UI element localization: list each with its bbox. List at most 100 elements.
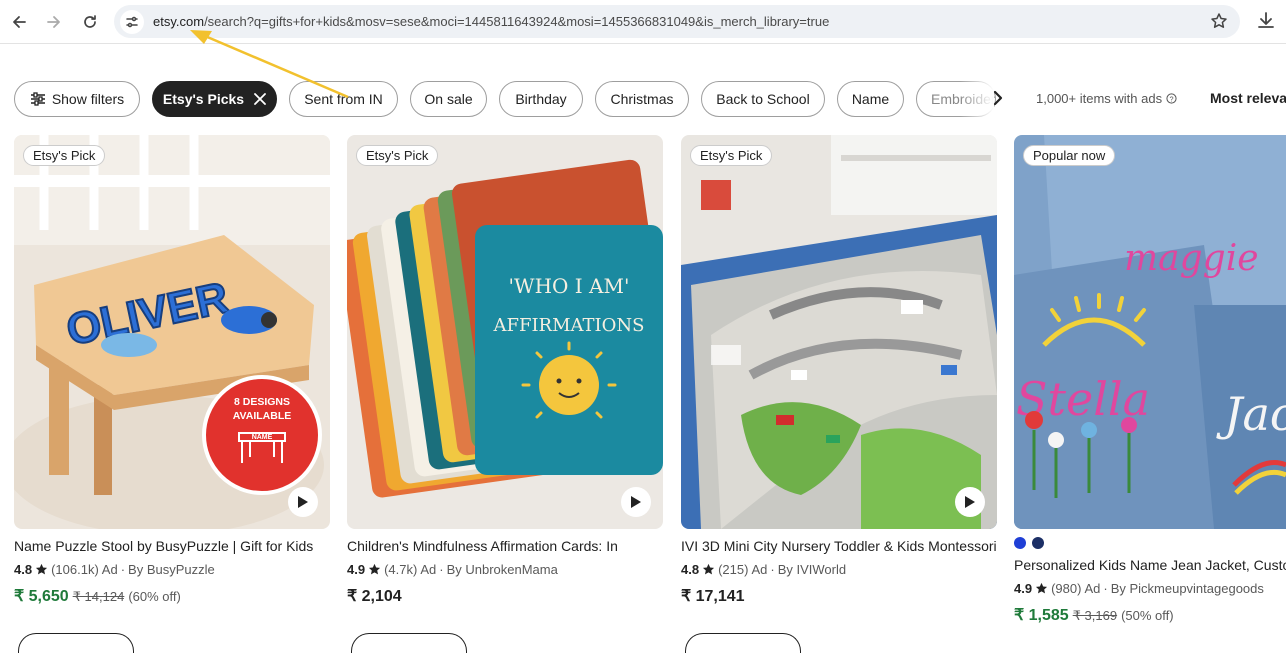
original-price: ₹ 3,169 [1072,608,1118,623]
listing-rating: 4.8 (215) Ad · By IVIWorld [681,562,846,577]
chip-label: Name [851,91,890,107]
star-icon [1036,582,1048,594]
who-i-am-text: 'WHO I AM' [509,274,630,298]
popular-now-badge: Popular now [1023,145,1116,166]
chip-name[interactable]: Name [837,81,904,117]
separator-dot: · [439,562,444,577]
show-filters-label: Show filters [51,91,125,107]
add-to-cart-button[interactable] [685,633,801,653]
chip-etsys-picks[interactable]: Etsy's Picks [152,81,277,117]
discount-label: (50% off) [1121,608,1174,623]
chip-back-to-school[interactable]: Back to School [701,81,825,117]
download-icon[interactable] [1256,10,1276,35]
review-count: (4.7k) [384,562,418,577]
add-to-cart-button[interactable] [351,633,467,653]
ad-label: Ad [420,562,437,577]
show-filters-button[interactable]: Show filters [14,81,140,117]
available-text: AVAILABLE [233,410,292,422]
etsys-pick-badge: Etsy's Pick [690,145,773,166]
listing-price: ₹ 1,585 ₹ 3,169 (50% off) [1014,605,1174,625]
original-price: ₹ 14,124 [72,589,125,604]
review-count: (980) [1051,581,1082,596]
affirmation-cards-photo: 'WHO I AM' AFFIRMATIONS [347,135,663,529]
listing-rating: 4.8 (106.1k) Ad · By BusyPuzzle [14,562,215,577]
listing-card[interactable]: maggie Stella Jac Popular now Personaliz… [1014,135,1286,639]
browser-toolbar: etsy.com/search?q=gifts+for+kids&mosv=se… [0,0,1286,44]
chip-christmas[interactable]: Christmas [595,81,689,117]
url-path: /search?q=gifts+for+kids&mosv=sese&moci=… [204,14,830,29]
listing-price: ₹ 17,141 [681,586,745,606]
price: ₹ 2,104 [347,588,402,605]
review-count: (106.1k) [51,562,99,577]
chip-etsys-picks-label: Etsy's Picks [162,91,245,107]
rating-score: 4.8 [14,562,33,577]
listing-image[interactable]: maggie Stella Jac Popular now [1014,135,1286,529]
maggie-embroidery-text: maggie [1124,238,1259,279]
chip-birthday[interactable]: Birthday [499,81,583,117]
results-count-label: 1,000+ items with ads [1036,91,1163,106]
site-settings-icon[interactable] [120,10,144,34]
listing-price: ₹ 5,650 ₹ 14,124 (60% off) [14,586,181,606]
designs-text: 8 DESIGNS [234,396,290,408]
listing-title[interactable]: Children's Mindfulness Affirmation Cards… [347,538,663,554]
listing-card[interactable]: Etsy's Pick IVI 3D Mini City Nursery Tod… [681,135,997,653]
affirmations-text: AFFIRMATIONS [492,315,644,336]
star-bookmark-icon[interactable] [1210,12,1228,35]
listing-rating: 4.9 (980) Ad · By Pickmeupvintagegoods [1014,581,1264,596]
rating-score: 4.8 [681,562,700,577]
play-video-icon[interactable] [288,487,318,517]
chip-on-sale[interactable]: On sale [410,81,487,117]
listing-card[interactable]: OLIVER 8 DESIGNS AVAILABLE NAME Etsy's P… [14,135,330,653]
review-count: (215) [718,562,749,577]
play-video-icon[interactable] [621,487,651,517]
shop-name[interactable]: By BusyPuzzle [128,562,215,577]
ad-label: Ad [751,562,768,577]
listing-title[interactable]: Personalized Kids Name Jean Jacket, Cust… [1014,557,1286,573]
address-bar[interactable]: etsy.com/search?q=gifts+for+kids&mosv=se… [114,5,1240,38]
sale-price: ₹ 1,585 [1014,607,1069,624]
chip-sent-from-in[interactable]: Sent from IN [289,81,398,117]
url-text[interactable]: etsy.com/search?q=gifts+for+kids&mosv=se… [153,14,829,29]
listing-title[interactable]: Name Puzzle Stool by BusyPuzzle | Gift f… [14,538,330,554]
chevron-right-icon[interactable] [992,90,1004,111]
close-icon[interactable] [254,93,266,105]
rating-score: 4.9 [347,562,366,577]
svg-text:?: ? [1169,94,1173,103]
name-stool-text: NAME [252,434,273,441]
shop-name[interactable]: By IVIWorld [778,562,846,577]
color-swatches[interactable] [1014,537,1044,549]
puzzle-stool-photo: OLIVER 8 DESIGNS AVAILABLE NAME [14,135,330,529]
star-icon [703,563,715,575]
chip-label: Back to School [716,91,810,107]
etsys-pick-badge: Etsy's Pick [356,145,439,166]
ad-label: Ad [1084,581,1101,596]
sort-dropdown[interactable]: Most relevant [1210,90,1286,106]
jean-jacket-photo: maggie Stella Jac [1014,135,1286,529]
etsys-pick-badge: Etsy's Pick [23,145,106,166]
listing-image[interactable]: 'WHO I AM' AFFIRMATIONS Etsy's Pick [347,135,663,529]
reload-icon[interactable] [75,7,105,37]
city-rug-photo [681,135,997,529]
shop-name[interactable]: By UnbrokenMama [447,562,558,577]
color-swatch[interactable] [1032,537,1044,549]
listing-price: ₹ 2,104 [347,586,402,606]
separator-dot: · [120,562,126,577]
chip-label: Birthday [515,91,567,107]
filter-sliders-icon [30,92,45,106]
listing-title[interactable]: IVI 3D Mini City Nursery Toddler & Kids … [681,538,997,554]
color-swatch[interactable] [1014,537,1026,549]
chip-fade [960,80,994,118]
listing-rating: 4.9 (4.7k) Ad · By UnbrokenMama [347,562,558,577]
play-video-icon[interactable] [955,487,985,517]
forward-arrow-icon[interactable] [39,7,69,37]
ad-label: Ad [101,562,118,577]
add-to-cart-button[interactable] [18,633,134,653]
info-icon[interactable]: ? [1166,93,1177,104]
listing-image[interactable]: Etsy's Pick [681,135,997,529]
listing-image[interactable]: OLIVER 8 DESIGNS AVAILABLE NAME Etsy's P… [14,135,330,529]
star-icon [36,563,48,575]
sale-price: ₹ 5,650 [14,588,69,605]
shop-name[interactable]: By Pickmeupvintagegoods [1111,581,1264,596]
back-arrow-icon[interactable] [4,7,34,37]
listing-card[interactable]: 'WHO I AM' AFFIRMATIONS Etsy's Pick Chil… [347,135,663,653]
